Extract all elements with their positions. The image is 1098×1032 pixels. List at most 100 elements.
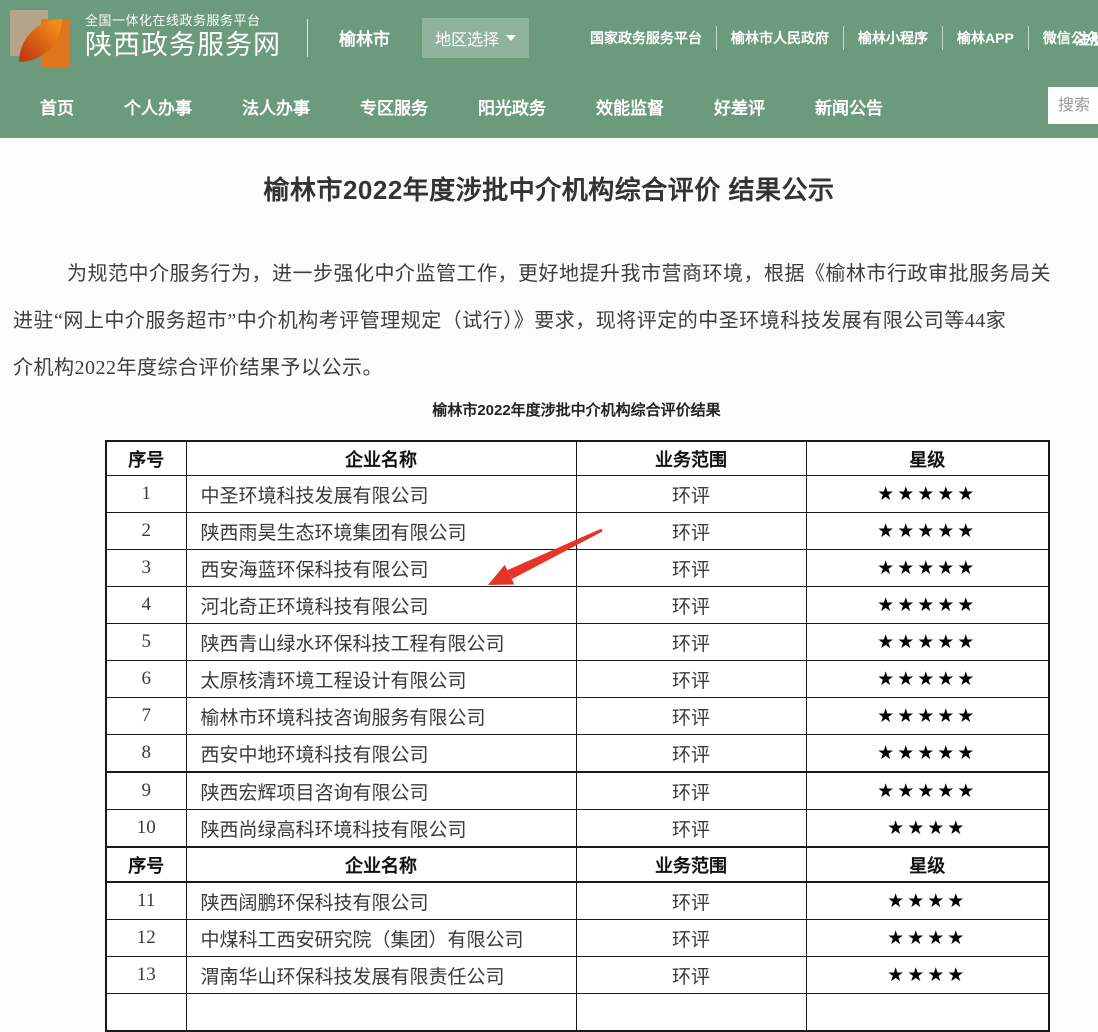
notice-content: 榆林市2022年度涉批中介机构综合评价 结果公示 为规范中介服务行为，进一步强化… <box>0 170 1098 1032</box>
table-row: 9陕西宏辉项目咨询有限公司环评★★★★★ <box>106 772 1049 810</box>
nav-item[interactable]: 效能监督 <box>596 94 664 119</box>
region-selector-button[interactable]: 地区选择 <box>422 18 529 58</box>
header-link[interactable]: 榆林市人民政府 <box>717 26 844 50</box>
cell-stars: ★★★★★ <box>806 772 1049 810</box>
notice-paragraph: 为规范中介服务行为，进一步强化中介监管工作，更好地提升我市营商环境，根据《榆林市… <box>13 251 1098 392</box>
cell-name: 陕西阔鹏环保科技有限公司 <box>186 882 576 920</box>
cell-name: 西安中地环境科技有限公司 <box>186 735 576 773</box>
nav-item[interactable]: 好差评 <box>714 94 765 119</box>
header-links: 国家政务服务平台榆林市人民政府榆林小程序榆林APP微信公众号 <box>576 0 1098 75</box>
cell-name: 河北奇正环境科技有限公司 <box>186 587 576 624</box>
cell-no: 2 <box>106 513 186 550</box>
table-row: 10陕西尚绿高科环境科技有限公司环评★★★★ <box>106 810 1049 848</box>
nav-item[interactable]: 首页 <box>40 94 74 119</box>
cell-no: 1 <box>106 476 186 513</box>
cell-scope: 环评 <box>576 513 806 550</box>
results-table: 序号企业名称业务范围星级1中圣环境科技发展有限公司环评★★★★★2陕西雨昊生态环… <box>105 440 1050 1032</box>
header-divider <box>307 19 308 57</box>
cell-scope: 环评 <box>576 772 806 810</box>
table-row: 13渭南华山环保科技发展有限责任公司环评★★★★ <box>106 957 1049 994</box>
nav-item[interactable]: 法人办事 <box>242 94 310 119</box>
platform-label: 全国一体化在线政务服务平台 <box>85 13 281 29</box>
cell-name: 中煤科工西安研究院（集团）有限公司 <box>186 920 576 957</box>
nav-item[interactable]: 专区服务 <box>360 94 428 119</box>
nav-item[interactable]: 新闻公告 <box>815 94 883 119</box>
cell-name: 陕西青山绿水环保科技工程有限公司 <box>186 624 576 661</box>
cell-stars: ★★★★★ <box>806 513 1049 550</box>
table-row: 5陕西青山绿水环保科技工程有限公司环评★★★★★ <box>106 624 1049 661</box>
nav-item[interactable]: 个人办事 <box>124 94 192 119</box>
site-logo[interactable] <box>8 6 70 70</box>
cell-scope: 环评 <box>576 661 806 698</box>
cell-scope: 环评 <box>576 735 806 773</box>
table-row: 2陕西雨昊生态环境集团有限公司环评★★★★★ <box>106 513 1049 550</box>
cell-no: 12 <box>106 920 186 957</box>
table-row: 11陕西阔鹏环保科技有限公司环评★★★★ <box>106 882 1049 920</box>
cell-scope <box>576 994 806 1032</box>
cell-name: 西安海蓝环保科技有限公司 <box>186 550 576 587</box>
search-input[interactable] <box>1048 87 1098 124</box>
current-city-label: 榆林市 <box>339 25 390 50</box>
site-title-block: 全国一体化在线政务服务平台 陕西政务服务网 <box>85 13 281 63</box>
cell-no: 5 <box>106 624 186 661</box>
cell-name: 陕西宏辉项目咨询有限公司 <box>186 772 576 810</box>
cell-no <box>106 994 186 1032</box>
cell-no: 10 <box>106 810 186 848</box>
column-header: 业务范围 <box>576 847 806 882</box>
cell-stars: ★★★★★ <box>806 698 1049 735</box>
column-header: 序号 <box>106 847 186 882</box>
column-header: 业务范围 <box>576 441 806 476</box>
cell-name: 渭南华山环保科技发展有限责任公司 <box>186 957 576 994</box>
site-name: 陕西政务服务网 <box>85 29 281 63</box>
header-link[interactable]: 国家政务服务平台 <box>576 26 717 50</box>
table-row: 12中煤科工西安研究院（集团）有限公司环评★★★★ <box>106 920 1049 957</box>
cell-no: 3 <box>106 550 186 587</box>
cell-stars: ★★★★ <box>806 882 1049 920</box>
cell-scope: 环评 <box>576 882 806 920</box>
column-header: 企业名称 <box>186 847 576 882</box>
paragraph-line: 进驻“网上中介服务超市”中介机构考评管理规定（试行）》要求，现将评定的中圣环境科… <box>13 298 1098 345</box>
table-row: 1中圣环境科技发展有限公司环评★★★★★ <box>106 476 1049 513</box>
cell-stars: ★★★★★ <box>806 735 1049 773</box>
column-header: 企业名称 <box>186 441 576 476</box>
cell-no: 11 <box>106 882 186 920</box>
chevron-down-icon <box>506 35 516 41</box>
cell-stars: ★★★★★ <box>806 587 1049 624</box>
table-row: 8西安中地环境科技有限公司环评★★★★★ <box>106 735 1049 773</box>
nav-item[interactable]: 阳光政务 <box>478 94 546 119</box>
cell-stars: ★★★★ <box>806 920 1049 957</box>
table-row: 4河北奇正环境科技有限公司环评★★★★★ <box>106 587 1049 624</box>
table-row: 6太原核清环境工程设计有限公司环评★★★★★ <box>106 661 1049 698</box>
cell-name: 太原核清环境工程设计有限公司 <box>186 661 576 698</box>
cell-scope: 环评 <box>576 476 806 513</box>
notice-title: 榆林市2022年度涉批中介机构综合评价 结果公示 <box>0 170 1098 207</box>
cell-scope: 环评 <box>576 810 806 848</box>
main-nav: 首页 个人办事 法人办事 专区服务 阳光政务 效能监督 好差评 新闻公告 <box>0 75 1098 138</box>
paragraph-line: 为规范中介服务行为，进一步强化中介监管工作，更好地提升我市营商环境，根据《榆林市… <box>13 251 1098 298</box>
cell-scope: 环评 <box>576 698 806 735</box>
site-header: 全国一体化在线政务服务平台 陕西政务服务网 榆林市 地区选择 国家政务服务平台榆… <box>0 0 1098 75</box>
table-caption: 榆林市2022年度涉批中介机构综合评价结果 <box>105 399 1048 420</box>
cell-name: 陕西雨昊生态环境集团有限公司 <box>186 513 576 550</box>
cell-name: 中圣环境科技发展有限公司 <box>186 476 576 513</box>
header-link[interactable]: 榆林小程序 <box>844 26 943 50</box>
cell-scope: 环评 <box>576 957 806 994</box>
cell-no: 8 <box>106 735 186 773</box>
table-row <box>106 994 1049 1032</box>
cell-stars: ★★★★ <box>806 957 1049 994</box>
cell-stars: ★★★★★ <box>806 550 1049 587</box>
cell-scope: 环评 <box>576 920 806 957</box>
cell-no: 13 <box>106 957 186 994</box>
cell-name: 榆林市环境科技咨询服务有限公司 <box>186 698 576 735</box>
table-header-row: 序号企业名称业务范围星级 <box>106 441 1049 476</box>
table-header-row: 序号企业名称业务范围星级 <box>106 847 1049 882</box>
column-header: 星级 <box>806 441 1049 476</box>
header-link[interactable]: 榆林APP <box>943 26 1029 50</box>
cell-stars: ★★★★★ <box>806 624 1049 661</box>
register-link[interactable]: 注册 <box>1075 28 1098 49</box>
results-table-body: 序号企业名称业务范围星级1中圣环境科技发展有限公司环评★★★★★2陕西雨昊生态环… <box>106 441 1049 1031</box>
cell-scope: 环评 <box>576 550 806 587</box>
nav-items: 首页 个人办事 法人办事 专区服务 阳光政务 效能监督 好差评 新闻公告 <box>0 75 1098 138</box>
cell-no: 4 <box>106 587 186 624</box>
region-selector-label: 地区选择 <box>435 26 499 50</box>
